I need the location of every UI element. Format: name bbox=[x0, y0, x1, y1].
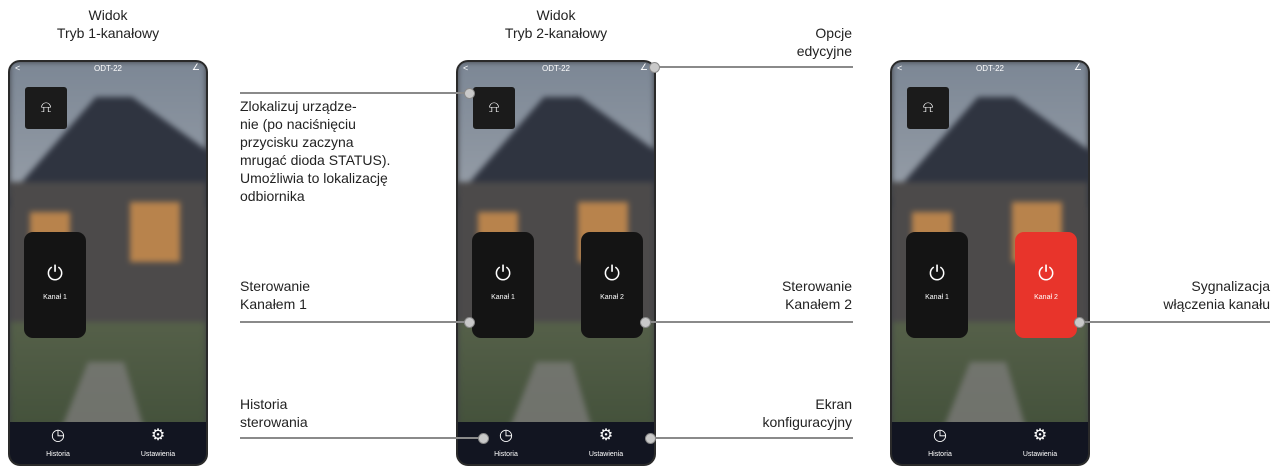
bottom-bar: ◷ Historia ⚙ Ustawienia bbox=[892, 422, 1088, 464]
note-locate-line1: Zlokalizuj urządze- bbox=[240, 98, 357, 114]
caption-middle-line1: Widok bbox=[536, 7, 576, 23]
history-tab[interactable]: ◷ Historia bbox=[23, 426, 93, 458]
callout-dot-history bbox=[478, 433, 489, 444]
callout-dot-ch1 bbox=[464, 317, 475, 328]
device-title: ODT-22 bbox=[93, 64, 122, 73]
leader-line-ch2 bbox=[645, 321, 853, 323]
power-icon: ⏻ bbox=[929, 263, 945, 285]
edit-icon[interactable]: ∠ bbox=[192, 62, 200, 73]
edit-icon[interactable]: ∠ bbox=[640, 62, 648, 73]
gear-icon: ⚙ bbox=[598, 427, 614, 444]
callout-dot-ch2 bbox=[640, 317, 651, 328]
leader-line-edit bbox=[655, 66, 853, 68]
note-locate-line5: Umożliwia to lokalizację bbox=[240, 170, 388, 186]
callout-dot-signal bbox=[1074, 317, 1085, 328]
bottom-bar: ◷ Historia ⚙ Ustawienia bbox=[10, 422, 206, 464]
note-locate-line4: mrugać dioda STATUS). bbox=[240, 152, 391, 168]
leader-line-locate bbox=[240, 92, 469, 94]
caption-left-line2: Tryb 1-kanałowy bbox=[56, 25, 160, 41]
channel-2-label: Kanał 2 bbox=[1034, 294, 1058, 301]
note-ch1-line1: Sterowanie bbox=[240, 278, 311, 294]
channel-2-button[interactable]: ⏻ Kanał 2 bbox=[581, 232, 643, 338]
siren-icon: ⍾ bbox=[40, 99, 52, 116]
history-label: Historia bbox=[928, 451, 952, 458]
note-history-line2: sterowania bbox=[240, 414, 308, 430]
channel-1-button[interactable]: ⏻ Kanał 1 bbox=[906, 232, 968, 338]
note-signal-line2: włączenia kanału bbox=[1163, 296, 1270, 312]
leader-line-ch1 bbox=[240, 321, 469, 323]
caption-left: Widok Tryb 1-kanałowy bbox=[8, 6, 208, 42]
note-edit-options-line1: Opcje bbox=[815, 25, 852, 41]
top-bar: < ODT-22 ∠ bbox=[892, 62, 1088, 76]
channel-1-label: Kanał 1 bbox=[43, 294, 67, 301]
settings-tab[interactable]: ⚙ Ustawienia bbox=[123, 426, 193, 458]
gear-icon: ⚙ bbox=[150, 427, 166, 444]
note-ch1: Sterowanie Kanałem 1 bbox=[240, 277, 360, 313]
settings-tab[interactable]: ⚙ Ustawienia bbox=[1005, 426, 1075, 458]
history-tab[interactable]: ◷ Historia bbox=[905, 426, 975, 458]
power-icon: ⏻ bbox=[1038, 263, 1054, 285]
settings-label: Ustawienia bbox=[588, 451, 624, 458]
edit-icon[interactable]: ∠ bbox=[1074, 62, 1082, 73]
locate-button[interactable]: ⍾ bbox=[473, 87, 515, 129]
note-locate-line6: odbiornika bbox=[240, 188, 305, 204]
locate-button[interactable]: ⍾ bbox=[25, 87, 67, 129]
note-signal: Sygnalizacja włączenia kanału bbox=[1120, 277, 1270, 313]
note-ch2-line1: Sterowanie bbox=[781, 278, 852, 294]
channel-2-label: Kanał 2 bbox=[600, 294, 624, 301]
history-icon: ◷ bbox=[933, 427, 947, 444]
power-icon: ⏻ bbox=[495, 263, 511, 285]
note-edit-options-line2: edycyjne bbox=[796, 43, 852, 59]
note-ch1-line2: Kanałem 1 bbox=[240, 296, 307, 312]
history-icon: ◷ bbox=[51, 427, 65, 444]
callout-dot-locate bbox=[464, 88, 475, 99]
note-config-line1: Ekran bbox=[815, 396, 852, 412]
caption-middle: Widok Tryb 2-kanałowy bbox=[456, 6, 656, 42]
note-signal-line1: Sygnalizacja bbox=[1191, 278, 1270, 294]
siren-icon: ⍾ bbox=[488, 99, 500, 116]
note-ch2: Sterowanie Kanałem 2 bbox=[740, 277, 852, 313]
note-edit-options: Opcje edycyjne bbox=[760, 24, 852, 60]
history-label: Historia bbox=[494, 451, 518, 458]
note-config: Ekran konfiguracyjny bbox=[720, 395, 853, 431]
note-config-line2: konfiguracyjny bbox=[762, 414, 853, 430]
caption-left-line1: Widok bbox=[88, 7, 128, 23]
channel-2-button-active[interactable]: ⏻ Kanał 2 bbox=[1015, 232, 1077, 338]
leader-line-config bbox=[650, 437, 853, 439]
phone-1-channel: < ODT-22 ∠ ⍾ ⏻ Kanał 1 ◷ Historia ⚙ Usta… bbox=[8, 60, 208, 466]
channel-1-label: Kanał 1 bbox=[925, 294, 949, 301]
top-bar: < ODT-22 ∠ bbox=[10, 62, 206, 76]
top-bar: < ODT-22 ∠ bbox=[458, 62, 654, 76]
power-icon: ⏻ bbox=[47, 263, 63, 285]
phone-2-channel: < ODT-22 ∠ ⍾ ⏻ Kanał 1 ⏻ Kanał 2 ◷ Histo… bbox=[456, 60, 656, 466]
settings-tab[interactable]: ⚙ Ustawienia bbox=[571, 426, 641, 458]
history-label: Historia bbox=[46, 451, 70, 458]
note-locate: Zlokalizuj urządze- nie (po naciśnięciu … bbox=[240, 97, 450, 205]
power-icon: ⏻ bbox=[604, 263, 620, 285]
callout-dot-edit bbox=[649, 62, 660, 73]
locate-button[interactable]: ⍾ bbox=[907, 87, 949, 129]
siren-icon: ⍾ bbox=[922, 99, 934, 116]
channel-1-button[interactable]: ⏻ Kanał 1 bbox=[472, 232, 534, 338]
leader-line-signal bbox=[1080, 321, 1270, 323]
note-history: Historia sterowania bbox=[240, 395, 360, 431]
gear-icon: ⚙ bbox=[1032, 427, 1048, 444]
device-title: ODT-22 bbox=[975, 64, 1004, 73]
settings-label: Ustawienia bbox=[1022, 451, 1058, 458]
note-ch2-line2: Kanałem 2 bbox=[785, 296, 852, 312]
bottom-bar: ◷ Historia ⚙ Ustawienia bbox=[458, 422, 654, 464]
note-locate-line2: nie (po naciśnięciu bbox=[240, 116, 356, 132]
note-history-line1: Historia bbox=[240, 396, 288, 412]
device-title: ODT-22 bbox=[541, 64, 570, 73]
note-locate-line3: przycisku zaczyna bbox=[240, 134, 354, 150]
phone-channel-on: < ODT-22 ∠ ⍾ ⏻ Kanał 1 ⏻ Kanał 2 ◷ Histo… bbox=[890, 60, 1090, 466]
settings-label: Ustawienia bbox=[140, 451, 176, 458]
channel-1-label: Kanał 1 bbox=[491, 294, 515, 301]
callout-dot-config bbox=[645, 433, 656, 444]
leader-line-history bbox=[240, 437, 483, 439]
channel-1-button[interactable]: ⏻ Kanał 1 bbox=[24, 232, 86, 338]
caption-middle-line2: Tryb 2-kanałowy bbox=[504, 25, 608, 41]
